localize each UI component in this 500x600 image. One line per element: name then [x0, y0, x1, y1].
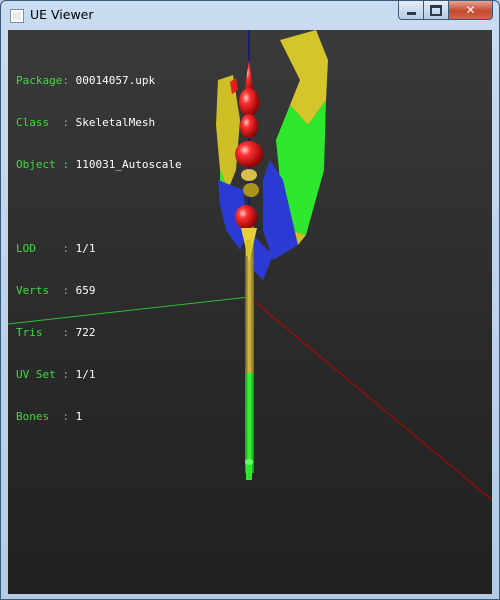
gold-ring-2 [243, 183, 259, 197]
3d-viewport[interactable]: Package: 00014057.upk Class : SkeletalMe… [8, 30, 492, 594]
info-bones-row: Bones : 1 [16, 410, 83, 423]
app-icon [10, 9, 24, 23]
info-package-row: Package: 00014057.upk [16, 74, 156, 87]
info-object-value: 110031_Autoscale [75, 158, 182, 171]
info-class-row: Class : SkeletalMesh [16, 116, 156, 129]
info-lod-label: LOD [16, 242, 63, 255]
info-class-label: Class [16, 116, 63, 129]
info-verts-label: Verts [16, 284, 63, 297]
maximize-button[interactable] [424, 1, 449, 20]
close-button[interactable]: ✕ [449, 1, 493, 20]
app-window: UE Viewer ✕ Package: 00014057.upk Class … [0, 0, 500, 600]
window-title: UE Viewer [30, 7, 94, 22]
info-lod-row: LOD : 1/1 [16, 242, 96, 255]
blade-left-yellow [216, 75, 240, 190]
gold-ring-1 [241, 169, 257, 181]
axis-x-line [248, 296, 492, 501]
info-tris-value: 722 [75, 326, 96, 339]
minimize-button[interactable] [398, 1, 424, 20]
mesh-info-panel: Package: 00014057.upk Class : SkeletalMe… [16, 46, 182, 452]
close-icon: ✕ [465, 3, 476, 17]
red-sphere-1 [239, 88, 259, 116]
info-package-value: 00014057.upk [75, 74, 156, 87]
red-sphere-2 [240, 114, 258, 138]
info-verts-value: 659 [75, 284, 96, 297]
shaft-green-knob [245, 459, 253, 465]
info-bones-value: 1 [75, 410, 83, 423]
info-class-value: SkeletalMesh [75, 116, 156, 129]
info-lod-value: 1/1 [75, 242, 96, 255]
info-object-row: Object : 110031_Autoscale [16, 158, 182, 171]
info-verts-row: Verts : 659 [16, 284, 96, 297]
caption-buttons: ✕ [398, 1, 493, 21]
info-bones-label: Bones [16, 410, 63, 423]
minimize-icon [406, 11, 416, 15]
info-uvset-label: UV Set [16, 368, 63, 381]
info-tris-label: Tris [16, 326, 63, 339]
blade-small-yellow [246, 240, 251, 256]
info-package-label: Package [16, 74, 63, 87]
title-bar[interactable]: UE Viewer ✕ [1, 1, 499, 30]
info-uvset-row: UV Set : 1/1 [16, 368, 96, 381]
red-sphere-3 [235, 141, 263, 167]
info-object-label: Object [16, 158, 63, 171]
shaft-green [245, 373, 254, 473]
info-uvset-value: 1/1 [75, 368, 96, 381]
red-sphere-4 [235, 205, 257, 229]
info-tris-row: Tris : 722 [16, 326, 96, 339]
maximize-icon [430, 4, 442, 16]
